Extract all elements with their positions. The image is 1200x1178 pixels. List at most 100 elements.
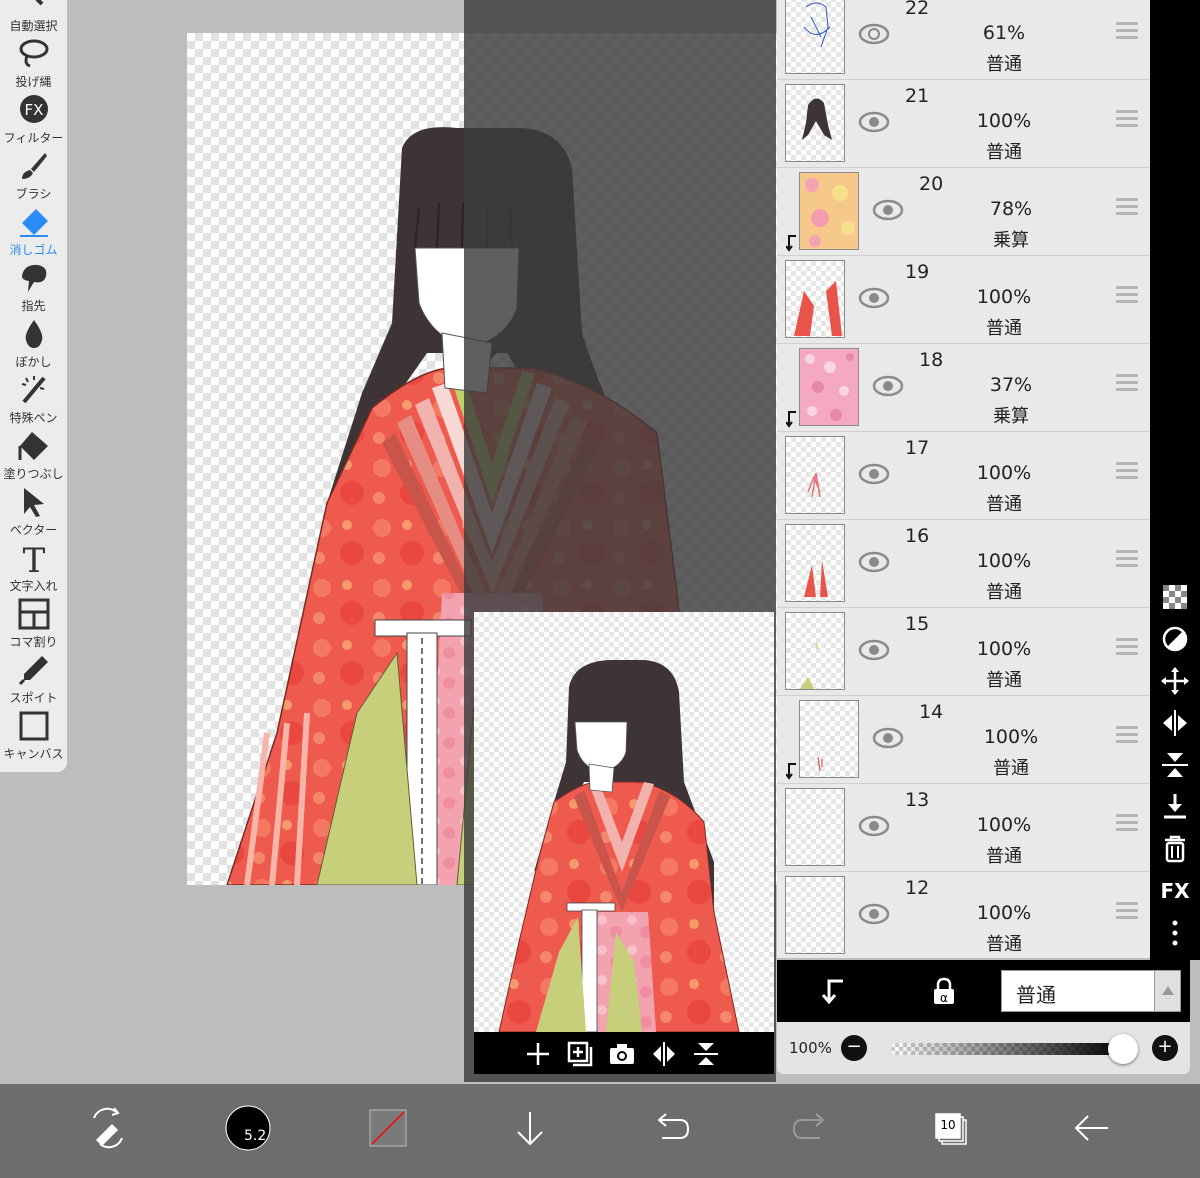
tool-eyedropper[interactable]: スポイト [0, 652, 67, 708]
blend-mode-value: 普通 [1016, 983, 1056, 1007]
tool-lasso[interactable]: 投げ縄 [0, 36, 67, 92]
more-icon[interactable] [1158, 916, 1192, 950]
drag-handle-icon[interactable] [1116, 814, 1138, 834]
tool-label: スポイト [9, 691, 58, 705]
arrow-down-icon[interactable] [500, 1098, 560, 1158]
opacity-decrease-button[interactable]: − [841, 1035, 867, 1061]
tool-vector[interactable]: ベクター [0, 484, 67, 540]
visibility-eye-icon[interactable] [858, 814, 890, 838]
visibility-eye-icon[interactable] [858, 902, 890, 926]
layer-blend-mode: 乗算 [993, 406, 1029, 427]
opacity-slider-knob[interactable] [1108, 1034, 1138, 1064]
layer-fx-button[interactable]: FX [1158, 874, 1192, 908]
tool-filter[interactable]: FX フィルター [0, 92, 67, 148]
visibility-eye-icon[interactable] [858, 462, 890, 486]
layer-row[interactable]: 15 100% 普通 [777, 608, 1150, 696]
flip-vertical-icon[interactable] [692, 1040, 720, 1068]
redo-icon[interactable] [782, 1098, 842, 1158]
layer-row[interactable]: 19 100% 普通 [777, 256, 1150, 344]
clipping-toggle-icon[interactable] [819, 976, 849, 1006]
drag-handle-icon[interactable] [1116, 198, 1138, 218]
back-arrow-icon[interactable] [1062, 1098, 1122, 1158]
drag-handle-icon[interactable] [1116, 286, 1138, 306]
layer-row[interactable]: 20 78% 乗算 [777, 168, 1150, 256]
layer-thumbnail [785, 612, 845, 690]
drag-handle-icon[interactable] [1116, 726, 1138, 746]
merge-down-icon[interactable] [1158, 790, 1192, 824]
drag-handle-icon[interactable] [1116, 550, 1138, 570]
text-icon: T [23, 542, 46, 574]
flip-horizontal-icon[interactable] [1158, 706, 1192, 740]
blend-mode-select[interactable]: 普通 [1001, 970, 1181, 1012]
tool-canvas[interactable]: キャンバス [0, 708, 67, 764]
layer-row[interactable]: 17 100% 普通 [777, 432, 1150, 520]
visibility-eye-icon[interactable] [872, 198, 904, 222]
tool-label: 自動選択 [9, 19, 58, 33]
tool-bucket[interactable]: 塗りつぶし [0, 428, 67, 484]
visibility-eye-icon[interactable] [872, 374, 904, 398]
drag-handle-icon[interactable] [1116, 374, 1138, 394]
clipping-arrow-icon [786, 235, 796, 252]
layer-opacity: 37% [989, 374, 1033, 396]
undo-icon[interactable] [640, 1098, 700, 1158]
layer-opacity: 100% [976, 286, 1032, 308]
tool-eraser[interactable]: 消しゴム [0, 204, 67, 260]
layer-row[interactable]: 18 37% 乗算 [777, 344, 1150, 432]
move-icon[interactable] [1158, 664, 1192, 698]
swap-tool-icon[interactable] [78, 1098, 138, 1158]
layer-row[interactable]: 21 100% 普通 [777, 80, 1150, 168]
alpha-lock-icon[interactable]: α [929, 976, 959, 1006]
tool-smudge[interactable]: 指先 [0, 260, 67, 316]
tool-special-pen[interactable]: 特殊ペン [0, 372, 67, 428]
tool-frame-divider[interactable]: コマ割り [0, 596, 67, 652]
layer-count: 10 [940, 1118, 956, 1132]
layer-row[interactable]: 16 100% 普通 [777, 520, 1150, 608]
add-layer-icon[interactable] [524, 1040, 552, 1068]
layer-row[interactable]: 22 61% 普通 [777, 0, 1150, 80]
visibility-eye-icon[interactable] [858, 22, 890, 46]
preview-canvas[interactable] [474, 612, 774, 1032]
flip-vertical-icon[interactable] [1158, 748, 1192, 782]
preview-navigator [474, 612, 774, 1074]
opacity-slider[interactable] [891, 1043, 1123, 1055]
layer-blend-mode: 普通 [986, 846, 1022, 867]
drag-handle-icon[interactable] [1116, 638, 1138, 658]
drag-handle-icon[interactable] [1116, 462, 1138, 482]
svg-text:α: α [940, 991, 948, 1005]
color-swatch-icon[interactable] [358, 1098, 418, 1158]
tool-text[interactable]: T 文字入れ [0, 540, 67, 596]
drag-handle-icon[interactable] [1116, 110, 1138, 130]
drag-handle-icon[interactable] [1116, 902, 1138, 922]
opacity-increase-button[interactable]: + [1152, 1035, 1178, 1061]
trash-icon[interactable] [1158, 832, 1192, 866]
layer-blend-mode: 普通 [986, 142, 1022, 163]
visibility-eye-icon[interactable] [858, 550, 890, 574]
svg-text:T: T [23, 542, 46, 574]
visibility-eye-icon[interactable] [858, 286, 890, 310]
vector-cursor-icon [24, 488, 44, 517]
layer-row[interactable]: 12 100% 普通 [777, 872, 1150, 958]
flip-horizontal-icon[interactable] [650, 1040, 678, 1068]
layer-number: 19 [905, 261, 930, 283]
drag-handle-icon[interactable] [1116, 22, 1138, 42]
tool-magic-wand[interactable]: 自動選択 [0, 0, 67, 36]
contrast-icon[interactable] [1158, 622, 1192, 656]
visibility-eye-icon[interactable] [858, 110, 890, 134]
tool-brush[interactable]: ブラシ [0, 148, 67, 204]
layer-thumbnail [785, 788, 845, 866]
visibility-eye-icon[interactable] [872, 726, 904, 750]
brush-size-indicator[interactable]: 5.2 [218, 1098, 278, 1158]
smudge-icon [22, 264, 47, 292]
layers-button[interactable]: 10 [920, 1098, 980, 1158]
layer-opacity: 100% [976, 902, 1032, 924]
tool-blur[interactable]: ぼかし [0, 316, 67, 372]
layer-panel[interactable]: 22 61% 普通 21 100% 普通 20 78% 乗算 19 100% 普… [777, 0, 1150, 958]
tool-bar: 自動選択 投げ縄 FX フィルター ブラシ 消しゴム 指先 ぼかし 特殊ペン 塗… [0, 0, 67, 772]
layer-row[interactable]: 14 100% 普通 [777, 696, 1150, 784]
visibility-eye-icon[interactable] [858, 638, 890, 662]
camera-icon[interactable] [608, 1040, 636, 1068]
duplicate-layer-icon[interactable] [566, 1040, 594, 1068]
layer-thumbnail [785, 524, 845, 602]
layer-row[interactable]: 13 100% 普通 [777, 784, 1150, 872]
checker-icon[interactable] [1158, 580, 1192, 614]
